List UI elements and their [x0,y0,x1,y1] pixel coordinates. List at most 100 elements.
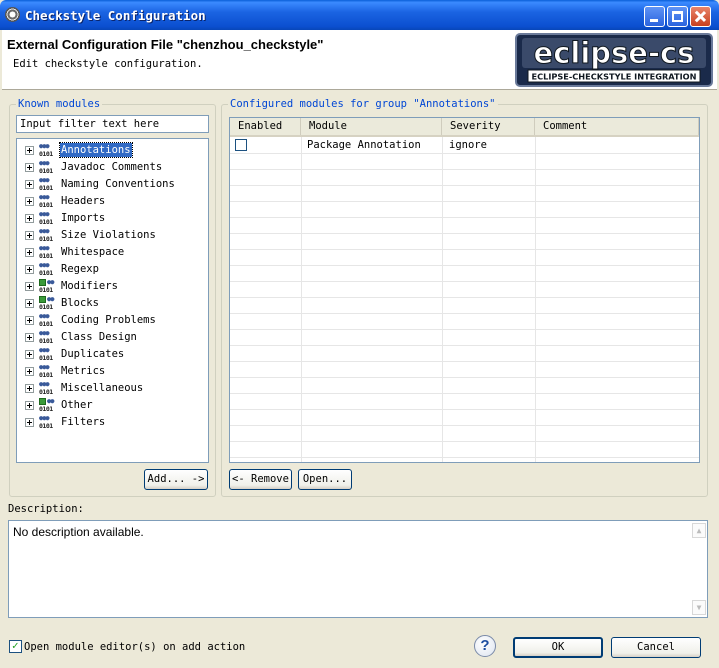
expand-plus-icon[interactable] [25,214,34,223]
expand-plus-icon[interactable] [25,316,34,325]
tree-item-label: Filters [61,416,106,428]
tree-item-label: Regexp [61,263,99,275]
expand-plus-icon[interactable] [25,299,34,308]
tree-item-label: Headers [61,195,106,207]
checked-binary-icon: ●● 0101 [39,278,55,294]
window-title: Checkstyle Configuration [25,8,206,23]
tree-item-label: Imports [61,212,106,224]
tree-item-label: Naming Conventions [61,178,175,190]
tree-item-label: Coding Problems [61,314,156,326]
table-row[interactable]: Package Annotation ignore [230,137,699,153]
ok-button[interactable]: OK [513,637,603,658]
description-text: No description available. [13,525,144,539]
people-binary-icon: ●●● 0101 [39,261,53,278]
configured-modules-table[interactable]: Enabled Module Severity Comment Package … [229,117,700,463]
expand-plus-icon[interactable] [25,384,34,393]
tree-item-label: Modifiers [61,280,118,292]
people-binary-icon: ●●● 0101 [39,159,53,176]
description-textarea[interactable]: No description available. ▲ ▼ [8,520,708,618]
tree-item[interactable]: ●● 0101 Modifiers [17,278,207,295]
people-binary-icon: ●●● 0101 [39,312,53,329]
column-header-severity[interactable]: Severity [442,118,535,135]
tree-item[interactable]: ●● 0101 Blocks [17,295,207,312]
people-binary-icon: ●●● 0101 [39,244,53,261]
tree-item[interactable]: ●●● 0101 Size Violations [17,227,207,244]
people-binary-icon: ●●● 0101 [39,363,53,380]
people-binary-icon: ●●● 0101 [39,380,53,397]
dialog-header: External Configuration File "chenzhou_ch… [2,30,717,90]
tree-item-label: Class Design [61,331,137,343]
tree-item[interactable]: ●●● 0101 Headers [17,193,207,210]
table-header: Enabled Module Severity Comment [230,118,699,137]
tree-item-label: Metrics [61,365,106,377]
expand-plus-icon[interactable] [25,146,34,155]
tree-item[interactable]: ●●● 0101 Imports [17,210,207,227]
help-icon[interactable]: ? [474,635,496,657]
module-cell: Package Annotation [307,139,421,151]
expand-plus-icon[interactable] [25,333,34,342]
tree-item[interactable]: ●●● 0101 Coding Problems [17,312,207,329]
scroll-down-icon[interactable]: ▼ [692,600,706,615]
tree-item[interactable]: ●●● 0101 Regexp [17,261,207,278]
tree-item[interactable]: ●● 0101 Other [17,397,207,414]
expand-plus-icon[interactable] [25,231,34,240]
tree-item-label: Javadoc Comments [61,161,163,173]
expand-plus-icon[interactable] [25,401,34,410]
cancel-button[interactable]: Cancel [611,637,701,658]
open-module-button[interactable]: Open... [298,469,352,490]
tree-item-label: Other [61,399,93,411]
people-binary-icon: ●●● 0101 [39,346,53,363]
checked-binary-icon: ●● 0101 [39,295,55,311]
remove-module-button[interactable]: <- Remove [229,469,292,490]
known-modules-tree[interactable]: ●●● 0101 Annotations ●●● 0101 Javadoc Comment… [16,138,209,463]
open-editor-checkbox-label[interactable]: Open module editor(s) on add action [24,641,245,653]
open-editor-checkbox[interactable]: ✓ [9,639,22,653]
severity-cell: ignore [449,139,487,151]
tree-item[interactable]: ●●● 0101 Metrics [17,363,207,380]
title-bar[interactable]: Checkstyle Configuration [0,0,719,30]
tree-item-label: Whitespace [61,246,125,258]
expand-plus-icon[interactable] [25,282,34,291]
column-header-comment[interactable]: Comment [535,118,699,135]
tree-item[interactable]: ●●● 0101 Class Design [17,329,207,346]
logo-wordmark: eclipse-cs [534,36,695,70]
header-subtitle: Edit checkstyle configuration. [13,58,203,70]
expand-plus-icon[interactable] [25,350,34,359]
tree-item[interactable]: ●●● 0101 Whitespace [17,244,207,261]
tree-item-label: Size Violations [61,229,156,241]
expand-plus-icon[interactable] [25,248,34,257]
tree-item[interactable]: ●●● 0101 Miscellaneous [17,380,207,397]
module-filter-input[interactable] [16,115,209,133]
people-binary-icon: ●●● 0101 [39,142,53,159]
expand-plus-icon[interactable] [25,265,34,274]
minimize-button[interactable] [644,6,665,27]
add-module-button[interactable]: Add... -> [144,469,208,490]
column-header-enabled[interactable]: Enabled [230,118,301,135]
tree-item[interactable]: ●●● 0101 Naming Conventions [17,176,207,193]
tree-item-label: Blocks [61,297,99,309]
checkstyle-configuration-dialog: Checkstyle Configuration External Config… [0,0,719,668]
people-binary-icon: ●●● 0101 [39,227,53,244]
eclipse-cs-logo: eclipse-cs ECLIPSE-CHECKSTYLE INTEGRATIO… [515,33,713,87]
configured-modules-label: Configured modules for group "Annotation… [228,98,498,110]
close-button[interactable] [690,6,711,27]
tree-item[interactable]: ●●● 0101 Filters [17,414,207,431]
enabled-checkbox[interactable] [235,139,247,151]
expand-plus-icon[interactable] [25,180,34,189]
tree-item[interactable]: ●●● 0101 Javadoc Comments [17,159,207,176]
maximize-button[interactable] [667,6,688,27]
expand-plus-icon[interactable] [25,163,34,172]
eclipse-gear-icon [5,7,20,22]
tree-item[interactable]: ●●● 0101 Duplicates [17,346,207,363]
expand-plus-icon[interactable] [25,197,34,206]
scroll-up-icon[interactable]: ▲ [692,523,706,538]
header-title: External Configuration File "chenzhou_ch… [7,37,324,52]
column-header-module[interactable]: Module [301,118,442,135]
checkmark-icon: ✓ [12,639,19,652]
expand-plus-icon[interactable] [25,367,34,376]
tree-item[interactable]: ●●● 0101 Annotations [17,142,207,159]
people-binary-icon: ●●● 0101 [39,193,53,210]
maximize-icon [672,11,683,22]
expand-plus-icon[interactable] [25,418,34,427]
people-binary-icon: ●●● 0101 [39,210,53,227]
